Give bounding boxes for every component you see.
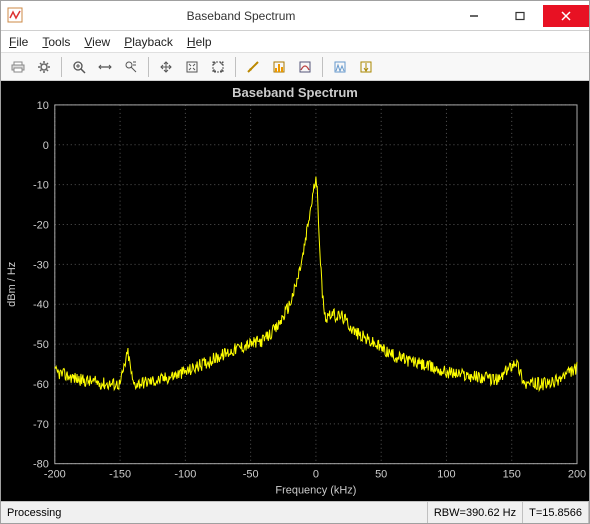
- window-title: Baseband Spectrum: [31, 9, 451, 23]
- toolbar-separator: [235, 57, 236, 77]
- spectrum-chart: -20 0 -150 -100 -50 0 50 100 150 200 -80 -70 -60 -50 -…: [1, 81, 589, 500]
- pan-arrows-icon[interactable]: [155, 56, 177, 78]
- ccdf-icon[interactable]: [355, 56, 377, 78]
- app-window: Baseband Spectrum File Tools View Playba…: [0, 0, 590, 524]
- plot-area[interactable]: Baseband Spectrum -200-150-100-500501001…: [1, 81, 589, 501]
- cursor-measure-icon[interactable]: [242, 56, 264, 78]
- zoom-x-icon[interactable]: [94, 56, 116, 78]
- svg-text:dBm / Hz: dBm / Hz: [6, 262, 18, 307]
- fit-icon[interactable]: [181, 56, 203, 78]
- menu-file[interactable]: File: [9, 35, 28, 49]
- svg-text:200: 200: [568, 469, 586, 481]
- svg-text:-70: -70: [33, 419, 49, 431]
- toolbar: [1, 53, 589, 81]
- maximize-button[interactable]: [497, 5, 543, 27]
- svg-text:-40: -40: [33, 299, 49, 311]
- print-icon[interactable]: [7, 56, 29, 78]
- svg-text:-30: -30: [33, 259, 49, 271]
- fullscreen-icon[interactable]: [207, 56, 229, 78]
- svg-text:-10: -10: [33, 180, 49, 192]
- peak-finder-icon[interactable]: [268, 56, 290, 78]
- status-time: T=15.8566: [523, 502, 589, 523]
- app-icon: [7, 7, 25, 25]
- status-processing: Processing: [1, 502, 428, 523]
- window-controls: [451, 5, 589, 27]
- svg-text:10: 10: [37, 100, 49, 112]
- distortion-icon[interactable]: [329, 56, 351, 78]
- menubar: File Tools View Playback Help: [1, 31, 589, 53]
- close-button[interactable]: [543, 5, 589, 27]
- svg-text:-20: -20: [33, 219, 49, 231]
- magnifier-plus-icon[interactable]: [68, 56, 90, 78]
- svg-text:0: 0: [313, 469, 319, 481]
- svg-text:-50: -50: [243, 469, 259, 481]
- toolbar-separator: [322, 57, 323, 77]
- svg-text:50: 50: [375, 469, 387, 481]
- status-rbw: RBW=390.62 Hz: [428, 502, 523, 523]
- svg-text:-50: -50: [33, 339, 49, 351]
- svg-text:-150: -150: [109, 469, 131, 481]
- menu-playback[interactable]: Playback: [124, 35, 173, 49]
- menu-help[interactable]: Help: [187, 35, 212, 49]
- toolbar-separator: [61, 57, 62, 77]
- statusbar: Processing RBW=390.62 Hz T=15.8566: [1, 501, 589, 523]
- channel-meas-icon[interactable]: [294, 56, 316, 78]
- svg-text:150: 150: [503, 469, 521, 481]
- toolbar-separator: [148, 57, 149, 77]
- svg-text:-100: -100: [174, 469, 196, 481]
- gear-icon[interactable]: [33, 56, 55, 78]
- menu-tools[interactable]: Tools: [42, 35, 70, 49]
- svg-text:-80: -80: [33, 459, 49, 471]
- minimize-button[interactable]: [451, 5, 497, 27]
- svg-text:Frequency (kHz): Frequency (kHz): [275, 485, 356, 497]
- zoom-y-icon[interactable]: [120, 56, 142, 78]
- menu-view[interactable]: View: [84, 35, 110, 49]
- svg-text:0: 0: [43, 140, 49, 152]
- svg-text:100: 100: [437, 469, 455, 481]
- titlebar: Baseband Spectrum: [1, 1, 589, 31]
- svg-text:-60: -60: [33, 379, 49, 391]
